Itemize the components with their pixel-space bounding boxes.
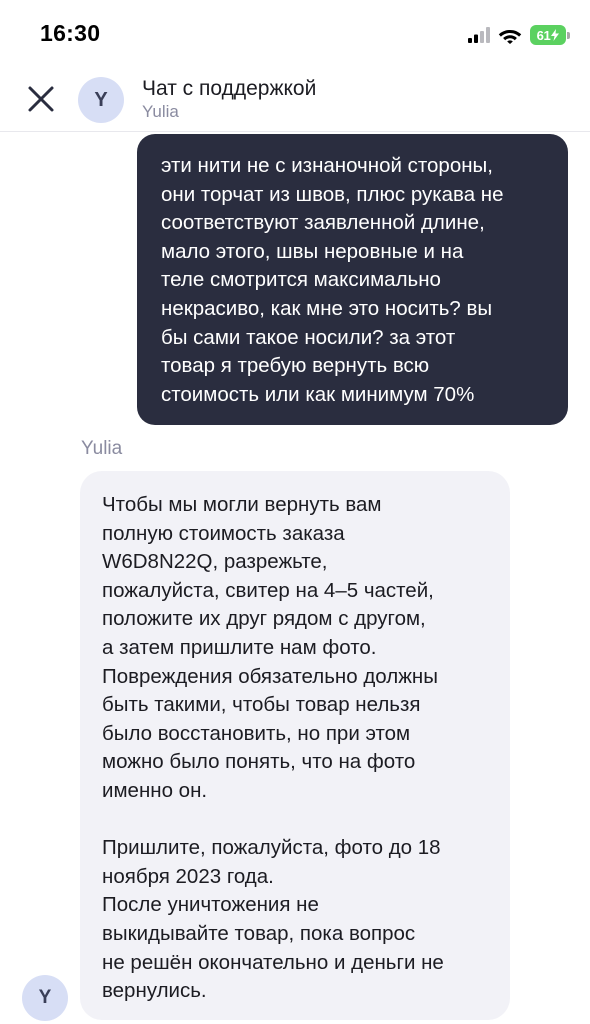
- sender-avatar: Y: [22, 975, 68, 1021]
- outgoing-message-text: эти нити не с изнаночной стороны, они то…: [161, 154, 504, 406]
- battery-charging-icon: 61: [530, 25, 570, 45]
- chat-title: Чат с поддержкой: [142, 77, 317, 100]
- incoming-message-bubble: Чтобы мы могли вернуть вам полную стоимо…: [80, 471, 510, 1020]
- agent-name: Yulia: [142, 102, 179, 121]
- battery-level: 61: [536, 27, 551, 43]
- message-sender-name: Yulia: [81, 438, 123, 459]
- close-button[interactable]: [24, 82, 58, 116]
- chat-header: Y Чат с поддержкой Yulia: [0, 66, 590, 132]
- support-avatar: Y: [78, 77, 124, 123]
- status-bar: 16:30 61: [0, 0, 590, 66]
- chat-screen: 16:30 61 Y Чат с поддержкой Yulia эти ни…: [0, 0, 590, 1024]
- cellular-signal-icon: [468, 27, 490, 43]
- incoming-message-text: Чтобы мы могли вернуть вам полную стоимо…: [102, 493, 444, 1003]
- wifi-icon: [498, 29, 522, 44]
- status-time: 16:30: [40, 20, 101, 46]
- close-icon: [28, 86, 54, 112]
- outgoing-message-bubble: эти нити не с изнаночной стороны, они то…: [137, 134, 568, 425]
- status-icons: 61: [468, 24, 570, 46]
